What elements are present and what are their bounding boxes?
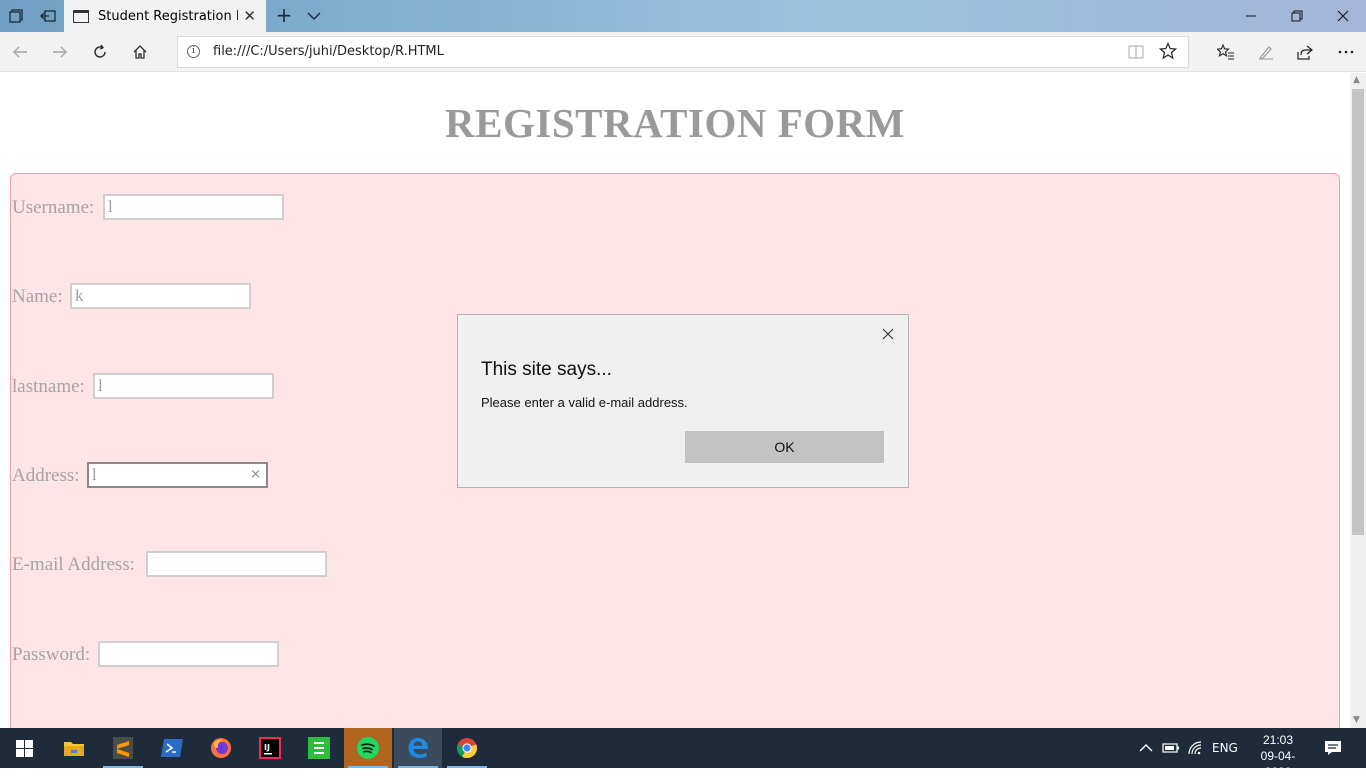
page-title: REGISTRATION FORM bbox=[445, 100, 905, 146]
alert-dialog: This site says... Please enter a valid e… bbox=[457, 314, 909, 488]
show-hidden-icons-chevron-icon[interactable] bbox=[1139, 728, 1153, 768]
tab-title: Student Registration Fo bbox=[98, 8, 238, 24]
svg-text:IJ: IJ bbox=[264, 743, 270, 752]
dialog-message: Please enter a valid e-mail address. bbox=[481, 395, 688, 410]
name-label: Name: bbox=[12, 286, 63, 307]
tab-manager-icon[interactable] bbox=[0, 0, 32, 32]
windows-taskbar: IJ ENG 21:03 09-04-2020 bbox=[0, 728, 1366, 779]
page-scrollbar[interactable]: ▲ ▼ bbox=[1350, 73, 1366, 728]
powershell-icon[interactable] bbox=[148, 728, 196, 768]
more-options-icon[interactable] bbox=[1332, 38, 1360, 66]
browser-nav-bar: i file:///C:/Users/juhi/Desktop/R.HTML bbox=[0, 32, 1366, 72]
edge-browser-icon[interactable] bbox=[394, 728, 442, 768]
address-input-value: l bbox=[92, 465, 97, 484]
favorites-hub-icon[interactable] bbox=[1212, 38, 1240, 66]
tab-close-icon[interactable]: ✕ bbox=[243, 7, 256, 25]
tab-preview-chevron-icon[interactable] bbox=[304, 6, 324, 26]
browser-title-bar: Student Registration Fo ✕ + bbox=[0, 0, 1366, 32]
spotify-icon[interactable] bbox=[344, 728, 392, 768]
address-input[interactable]: l × bbox=[87, 462, 268, 488]
dialog-close-icon[interactable] bbox=[882, 325, 894, 345]
clear-field-icon[interactable]: × bbox=[250, 464, 261, 486]
address-label: Address: bbox=[12, 465, 80, 486]
address-bar[interactable]: i file:///C:/Users/juhi/Desktop/R.HTML bbox=[177, 36, 1189, 68]
forward-arrow-icon[interactable] bbox=[46, 38, 74, 66]
taskbar-clock[interactable]: 21:03 09-04-2020 bbox=[1248, 732, 1308, 780]
scroll-down-arrow-icon[interactable]: ▼ bbox=[1353, 715, 1360, 725]
pen-annotate-icon[interactable] bbox=[1252, 38, 1280, 66]
password-input[interactable] bbox=[98, 641, 279, 667]
scroll-thumb[interactable] bbox=[1352, 89, 1364, 535]
address-url[interactable]: file:///C:/Users/juhi/Desktop/R.HTML bbox=[213, 44, 444, 59]
username-input[interactable]: l bbox=[103, 194, 284, 220]
start-windows-icon[interactable] bbox=[0, 728, 48, 768]
scroll-up-arrow-icon[interactable]: ▲ bbox=[1353, 75, 1360, 85]
email-label: E-mail Address: bbox=[12, 554, 135, 575]
clock-time: 21:03 bbox=[1262, 733, 1294, 747]
clock-date: 09-04-2020 bbox=[1260, 749, 1296, 779]
site-info-icon[interactable]: i bbox=[187, 45, 200, 58]
wifi-icon[interactable] bbox=[1188, 728, 1204, 768]
page-icon bbox=[73, 9, 89, 23]
input-language[interactable]: ENG bbox=[1212, 728, 1238, 768]
intellij-idea-icon[interactable]: IJ bbox=[246, 728, 294, 768]
lastname-label: lastname: bbox=[12, 376, 85, 397]
refresh-icon[interactable] bbox=[86, 38, 114, 66]
battery-icon[interactable] bbox=[1162, 728, 1180, 768]
new-tab-button[interactable]: + bbox=[272, 4, 296, 28]
close-window-button[interactable] bbox=[1320, 0, 1366, 32]
lastname-input[interactable]: l bbox=[93, 373, 274, 399]
file-explorer-icon[interactable] bbox=[50, 728, 98, 768]
chrome-icon[interactable] bbox=[443, 728, 491, 768]
simplenote-icon[interactable] bbox=[295, 728, 343, 768]
password-label: Password: bbox=[12, 644, 91, 665]
sublime-text-icon[interactable] bbox=[99, 728, 147, 768]
tab-student-registration[interactable]: Student Registration Fo ✕ bbox=[64, 0, 266, 32]
minimize-button[interactable] bbox=[1228, 0, 1274, 32]
email-input[interactable] bbox=[146, 551, 327, 577]
favorite-star-icon[interactable] bbox=[1158, 41, 1178, 65]
set-tabs-aside-icon[interactable] bbox=[32, 0, 64, 32]
username-label: Username: bbox=[12, 197, 95, 218]
action-center-icon[interactable] bbox=[1324, 728, 1342, 768]
dialog-title: This site says... bbox=[481, 359, 612, 380]
share-icon[interactable] bbox=[1291, 38, 1319, 66]
back-arrow-icon[interactable] bbox=[6, 38, 34, 66]
home-icon[interactable] bbox=[126, 38, 154, 66]
name-input[interactable]: k bbox=[70, 283, 251, 309]
firefox-icon[interactable] bbox=[197, 728, 245, 768]
reading-view-icon[interactable] bbox=[1128, 45, 1144, 63]
restore-button[interactable] bbox=[1274, 0, 1320, 32]
ok-button[interactable]: OK bbox=[685, 431, 884, 463]
